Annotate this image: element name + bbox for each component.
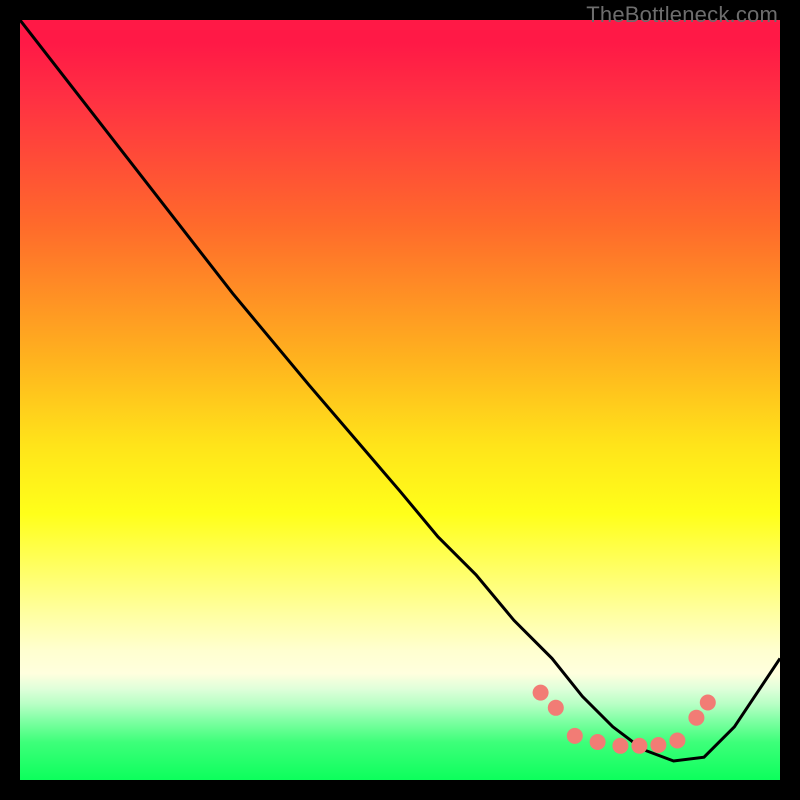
highlight-dot	[612, 738, 628, 754]
highlight-dot	[548, 700, 564, 716]
highlight-dots	[20, 20, 780, 780]
watermark-text: TheBottleneck.com	[586, 2, 778, 28]
plot-area	[20, 20, 780, 780]
highlight-dot	[590, 734, 606, 750]
highlight-dot	[700, 695, 716, 711]
highlight-dot	[631, 738, 647, 754]
chart-frame: TheBottleneck.com	[0, 0, 800, 800]
highlight-dot	[533, 685, 549, 701]
highlight-dot	[669, 733, 685, 749]
highlight-dot	[688, 710, 704, 726]
highlight-dot	[650, 737, 666, 753]
highlight-dot	[567, 728, 583, 744]
